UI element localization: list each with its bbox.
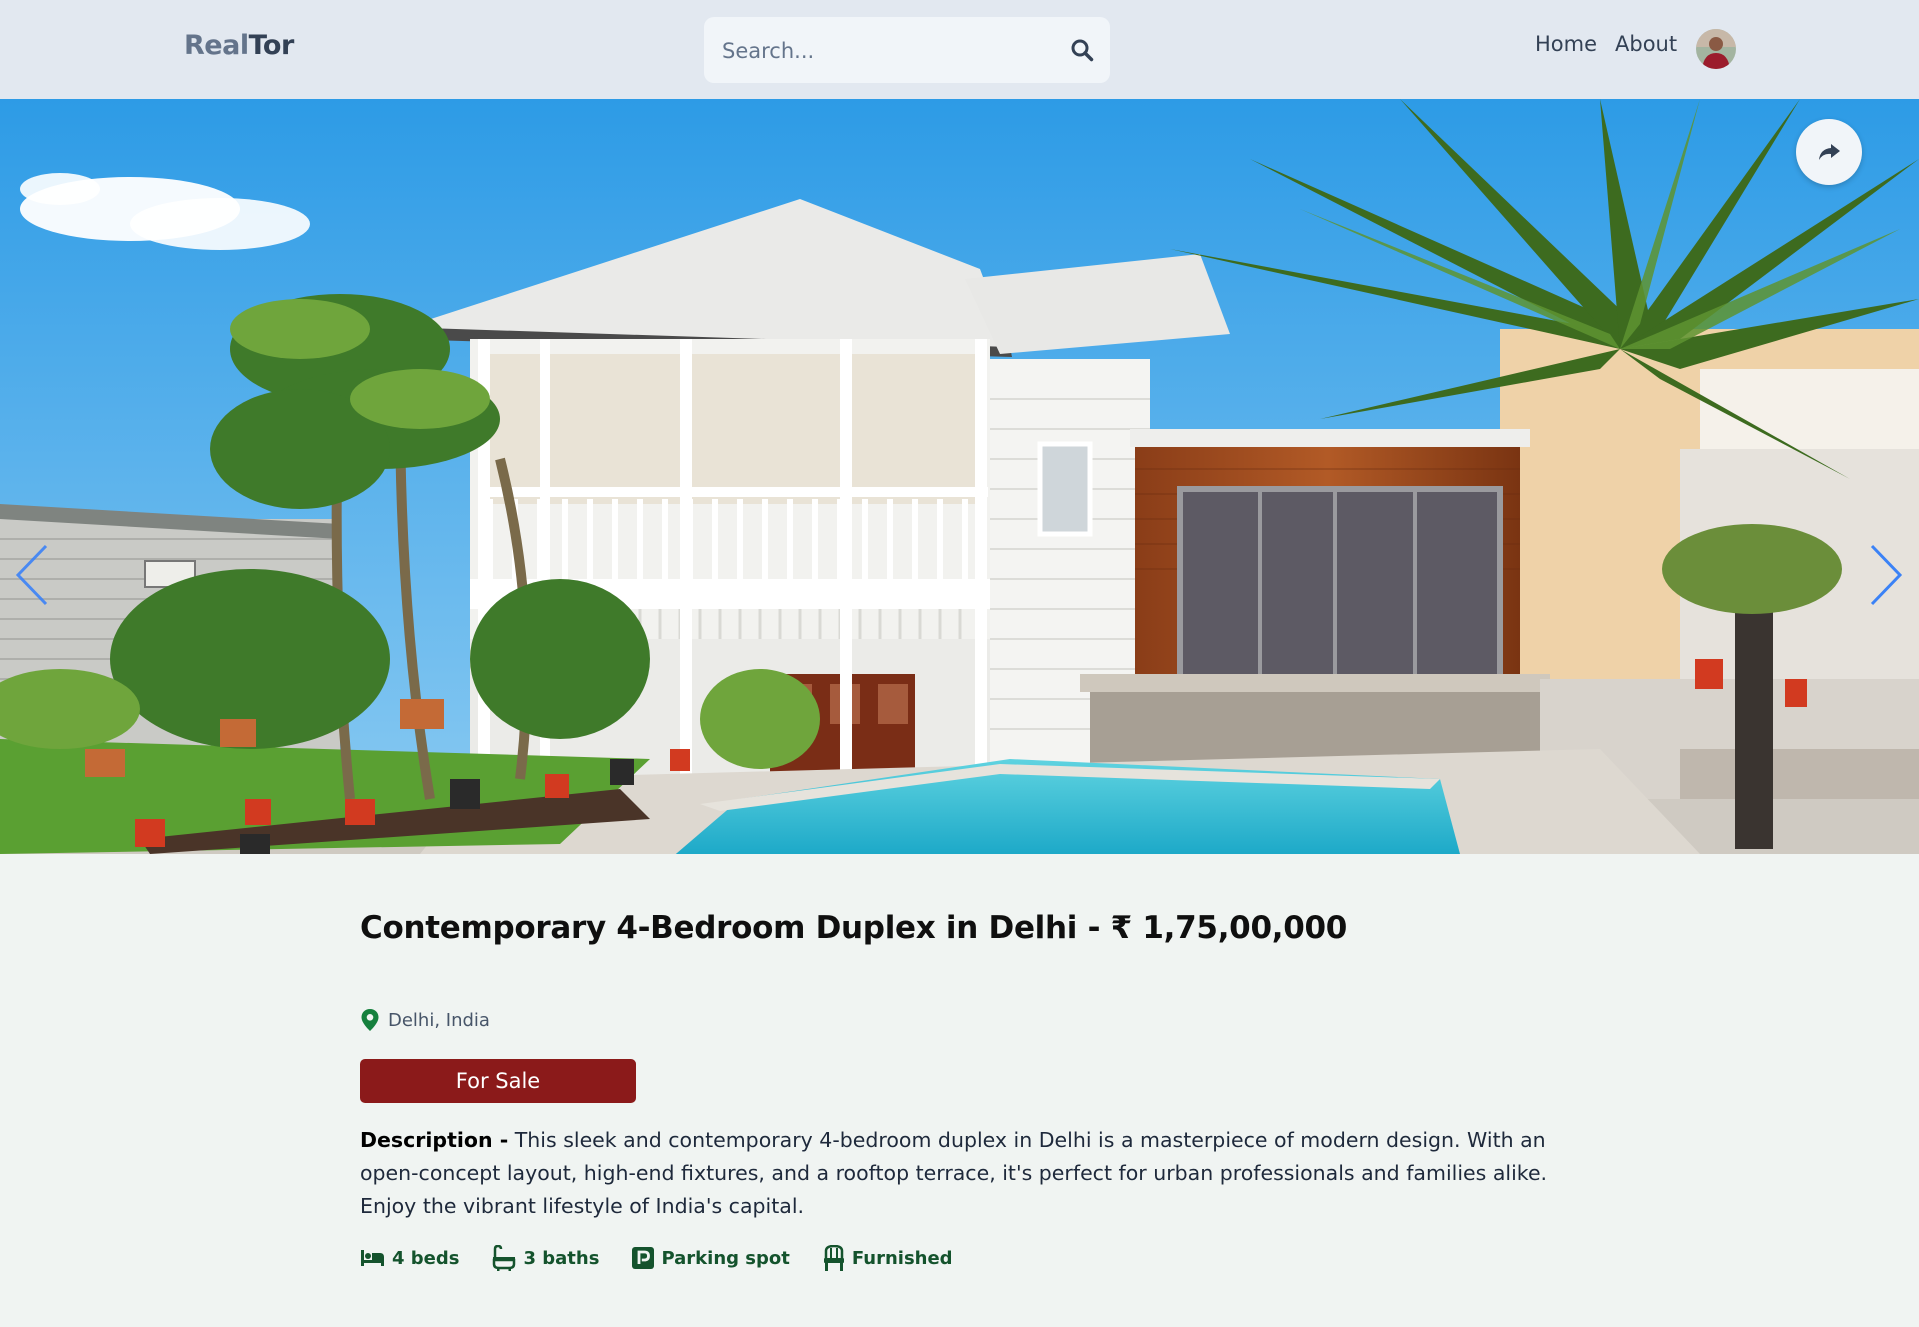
top-navbar: RealTor Home About xyxy=(0,0,1919,99)
listing-description: Description - This sleek and contemporar… xyxy=(360,1124,1580,1223)
search-bar xyxy=(704,17,1110,85)
bath-icon xyxy=(493,1245,516,1271)
property-image-carousel xyxy=(0,99,1919,854)
listing-location: Delhi, India xyxy=(360,1008,490,1032)
logo[interactable]: RealTor xyxy=(184,30,294,61)
location-text: Delhi, India xyxy=(388,1009,490,1031)
avatar[interactable] xyxy=(1696,29,1736,69)
bed-icon xyxy=(361,1250,384,1266)
property-photo xyxy=(0,99,1919,854)
description-text: This sleek and contemporary 4-bedroom du… xyxy=(360,1128,1548,1218)
chevron-right-icon[interactable] xyxy=(1866,542,1906,608)
feature-parking: Parking spot xyxy=(632,1247,790,1269)
search-input[interactable] xyxy=(720,17,1054,85)
listing-title: Contemporary 4-Bedroom Duplex in Delhi -… xyxy=(360,910,1348,946)
nav-about-link[interactable]: About xyxy=(1615,32,1677,56)
chair-icon xyxy=(823,1245,844,1271)
parking-icon xyxy=(632,1247,655,1269)
chevron-left-icon[interactable] xyxy=(12,542,52,608)
status-badge: For Sale xyxy=(360,1059,636,1103)
search-icon[interactable] xyxy=(1070,38,1094,62)
nav-home-link[interactable]: Home xyxy=(1535,32,1597,56)
user-avatar-icon xyxy=(1696,29,1736,69)
feature-list: 4 beds 3 baths Parking spot Furnished xyxy=(360,1245,986,1271)
feature-beds: 4 beds xyxy=(360,1248,459,1269)
share-icon xyxy=(1819,144,1840,160)
map-pin-icon xyxy=(361,1009,379,1031)
description-label: Description - xyxy=(360,1128,509,1152)
feature-furnished: Furnished xyxy=(823,1245,953,1271)
feature-baths: 3 baths xyxy=(492,1245,599,1271)
share-button[interactable] xyxy=(1796,119,1862,185)
